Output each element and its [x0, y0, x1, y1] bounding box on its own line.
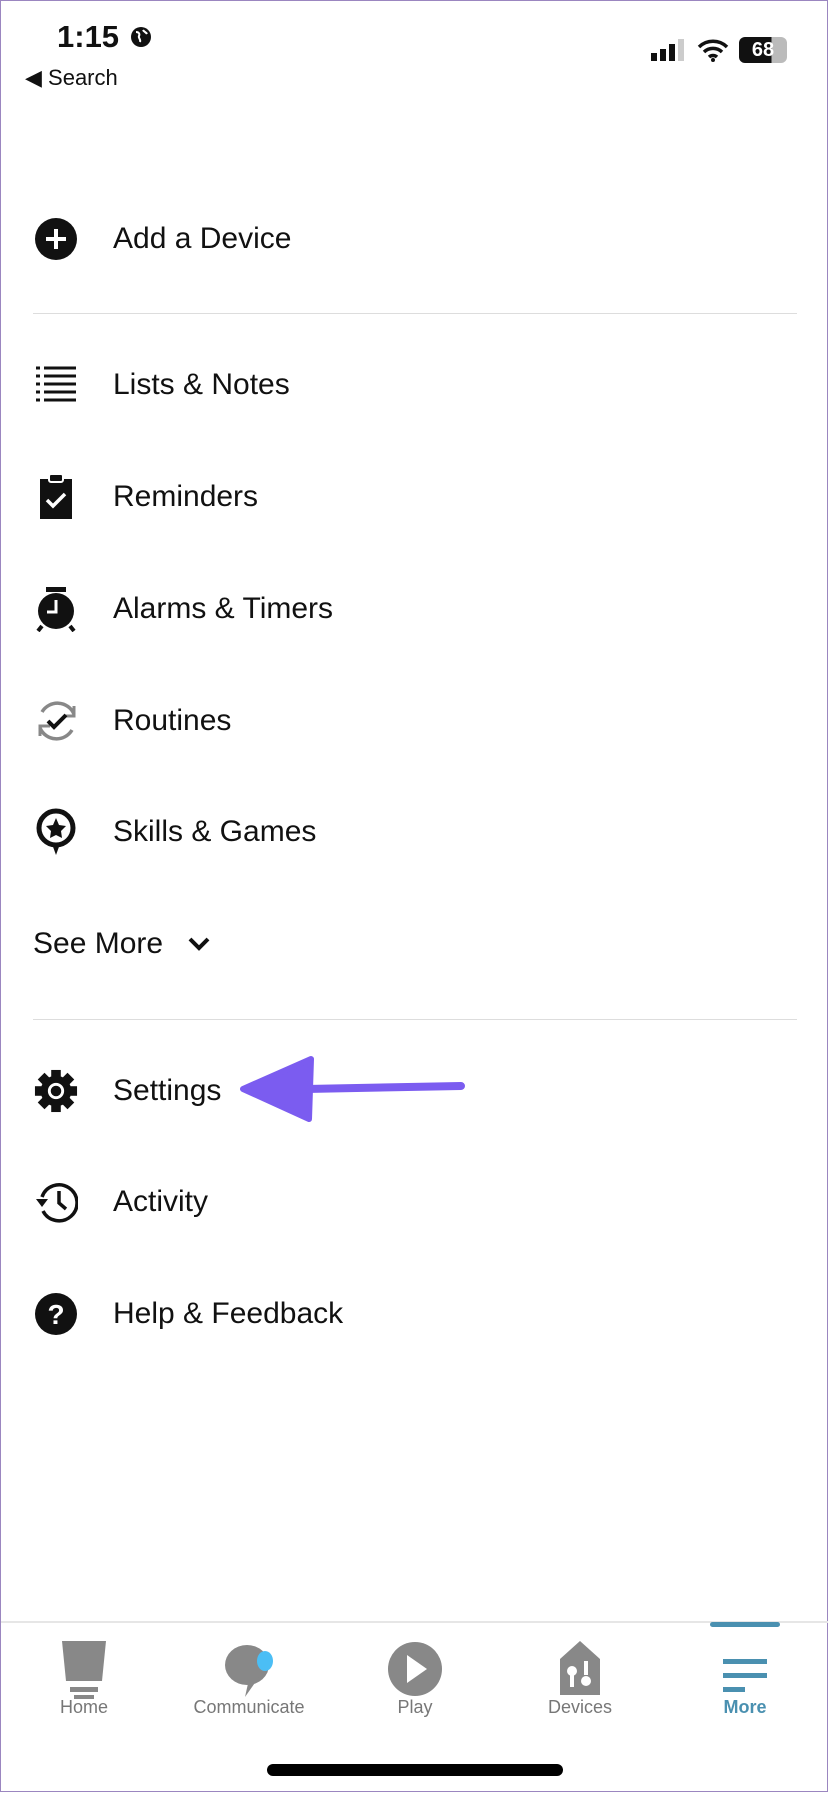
history-icon	[34, 1180, 78, 1224]
annotation-arrow	[240, 1056, 465, 1122]
star-bubble-icon	[34, 808, 78, 855]
tab-play[interactable]: Play	[335, 1623, 495, 1743]
menu-item-skills-games[interactable]: Skills & Games	[1, 792, 828, 872]
back-to-search[interactable]: ◀ Search	[25, 65, 118, 91]
help-icon: ?	[34, 1292, 78, 1336]
devices-house-icon	[560, 1641, 600, 1695]
tab-devices[interactable]: Devices	[500, 1623, 660, 1743]
chevron-down-icon	[188, 937, 210, 951]
signal-icon	[651, 39, 684, 61]
menu-item-alarms-timers[interactable]: Alarms & Timers	[1, 569, 828, 649]
menu-item-activity[interactable]: Activity	[1, 1162, 828, 1242]
menu-item-reminders[interactable]: Reminders	[1, 457, 828, 537]
status-icons: 68	[651, 37, 787, 63]
plus-circle-icon	[34, 217, 78, 261]
tab-communicate[interactable]: Communicate	[169, 1623, 329, 1743]
menu-item-lists-notes[interactable]: Lists & Notes	[1, 345, 828, 425]
menu-item-add-device[interactable]: Add a Device	[1, 199, 828, 279]
status-time: 1:15	[57, 19, 120, 54]
home-indicator	[267, 1764, 563, 1776]
tab-home[interactable]: Home	[4, 1623, 164, 1743]
back-triangle-icon: ◀	[25, 65, 49, 90]
list-icon	[34, 363, 78, 407]
chat-bubble-icon	[225, 1645, 273, 1697]
menu-item-help-feedback[interactable]: ? Help & Feedback	[1, 1274, 828, 1354]
gear-icon	[34, 1069, 78, 1113]
alarm-clock-icon	[34, 587, 78, 632]
divider	[33, 313, 797, 314]
play-icon	[388, 1642, 442, 1696]
menu-item-routines[interactable]: Routines	[1, 681, 828, 761]
menu-lines-icon	[723, 1659, 767, 1692]
battery-indicator: 68	[739, 37, 787, 63]
svg-text:?: ?	[47, 1299, 64, 1330]
globe-icon	[131, 27, 151, 47]
see-more-button[interactable]: See More	[1, 904, 828, 984]
divider	[33, 1019, 797, 1020]
clipboard-check-icon	[34, 474, 78, 519]
routine-check-icon	[34, 699, 78, 743]
tab-more[interactable]: More	[665, 1622, 825, 1743]
home-echo-icon	[62, 1641, 106, 1699]
active-tab-indicator	[710, 1622, 780, 1627]
wifi-icon	[697, 39, 729, 62]
